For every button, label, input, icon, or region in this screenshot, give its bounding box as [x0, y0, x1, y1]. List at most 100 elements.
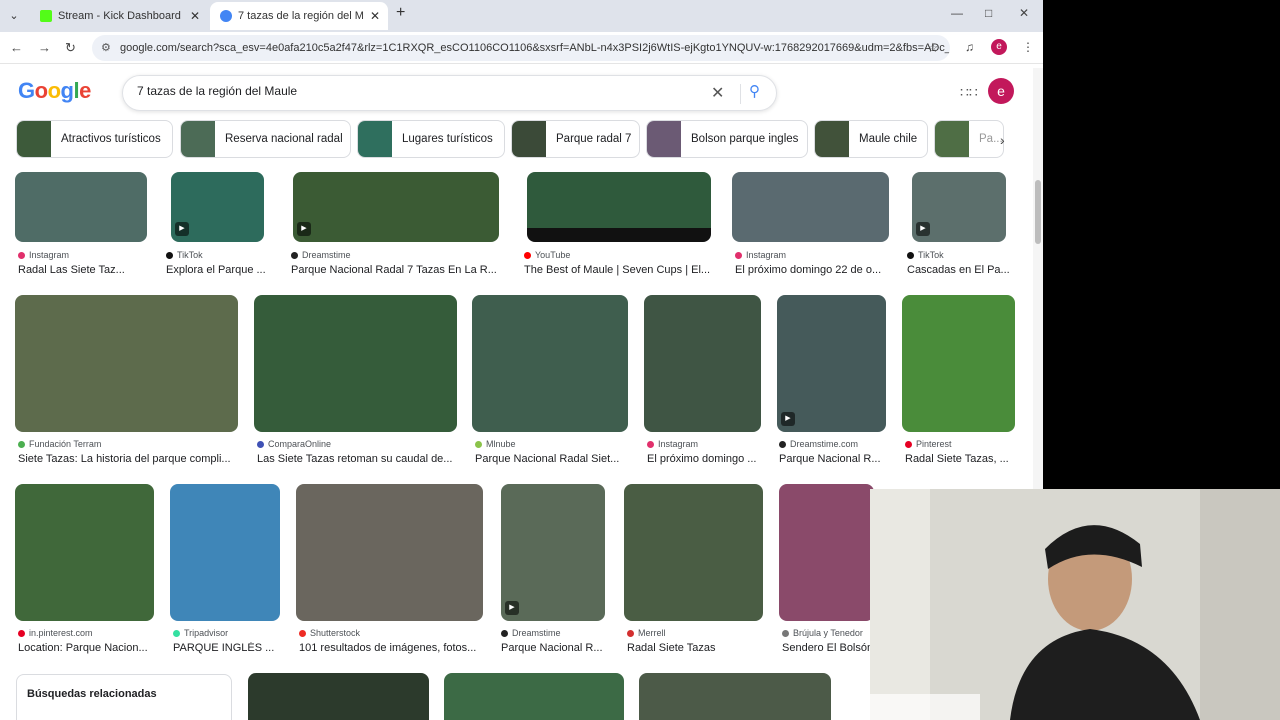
result-caption[interactable]: Parque Nacional Radal 7 Tazas En La R... [291, 264, 501, 276]
maximize-icon[interactable]: □ [985, 6, 992, 20]
site-settings-icon[interactable]: ⚙ [101, 35, 111, 61]
tab-strip: ⌄ Stream - Kick Dashboard ✕ 7 tazas de l… [0, 0, 1043, 32]
chip-parque-radal-7[interactable]: Parque radal 7 [511, 120, 640, 158]
source-favicon-icon [524, 252, 531, 260]
image-result-thumbnail[interactable] [15, 172, 147, 242]
webcam-person-image [870, 489, 1280, 720]
source-favicon-icon [782, 630, 789, 638]
result-source: Instagram [647, 439, 698, 449]
source-favicon-icon [173, 630, 180, 638]
result-caption[interactable]: Las Siete Tazas retoman su caudal de... [257, 453, 457, 465]
profile-avatar[interactable]: e [991, 39, 1007, 55]
search-divider [740, 84, 741, 104]
image-result-thumbnail[interactable] [624, 484, 763, 621]
image-result-thumbnail[interactable] [644, 295, 761, 432]
result-caption[interactable]: Sendero El Bolsón... [782, 642, 872, 654]
result-source: TikTok [907, 250, 944, 260]
image-result-thumbnail[interactable] [296, 484, 483, 621]
image-result-thumbnail[interactable]: ▶ [777, 295, 886, 432]
result-source: Dreamstime.com [779, 439, 858, 449]
image-result-thumbnail[interactable] [639, 673, 831, 720]
chip-atractivos-turisticos[interactable]: Atractivos turísticos [16, 120, 173, 158]
chip-thumbnail [935, 121, 969, 157]
result-source: Dreamstime [291, 250, 351, 260]
image-result-thumbnail[interactable] [779, 484, 874, 621]
source-favicon-icon [18, 441, 25, 449]
chevron-right-icon[interactable]: › [1000, 132, 1005, 148]
star-icon[interactable]: ☆ [927, 40, 939, 56]
result-caption[interactable]: El próximo domingo 22 de o... [735, 264, 885, 276]
result-source: Mlnube [475, 439, 516, 449]
media-controls-icon[interactable]: ♫ [965, 40, 974, 54]
google-favicon-icon [220, 10, 232, 23]
arrow-right-icon[interactable]: → [38, 40, 51, 55]
image-result-thumbnail[interactable]: ▶ [293, 172, 499, 242]
kick-favicon-icon [40, 10, 52, 23]
tab-kick-dashboard[interactable]: Stream - Kick Dashboard ✕ [30, 2, 208, 30]
google-apps-icon[interactable]: ∷∷ [960, 84, 978, 101]
result-source: Brújula y Tenedor [782, 628, 863, 638]
arrow-left-icon[interactable]: ← [10, 40, 23, 55]
clear-icon[interactable]: ✕ [711, 83, 724, 103]
result-caption[interactable]: Parque Nacional R... [501, 642, 607, 654]
image-result-thumbnail[interactable]: ▶ [912, 172, 1006, 242]
close-tab-icon[interactable]: ✕ [370, 2, 380, 30]
result-caption[interactable]: Radal Las Siete Taz... [18, 264, 146, 276]
image-result-thumbnail[interactable] [170, 484, 280, 621]
image-result-thumbnail[interactable]: ▶ [501, 484, 605, 621]
result-caption[interactable]: Location: Parque Nacion... [18, 642, 154, 654]
image-result-thumbnail[interactable] [248, 673, 429, 720]
image-result-thumbnail[interactable]: ▶ [171, 172, 264, 242]
image-result-thumbnail[interactable] [15, 295, 238, 432]
result-source: YouTube [524, 250, 570, 260]
account-avatar[interactable]: e [988, 78, 1014, 104]
search-input[interactable] [137, 84, 697, 98]
chevron-down-icon[interactable]: ⌄ [4, 6, 24, 26]
result-caption[interactable]: Siete Tazas: La historia del parque comp… [18, 453, 240, 465]
chip-reserva-nacional-radal[interactable]: Reserva nacional radal [180, 120, 351, 158]
image-result-thumbnail[interactable] [444, 673, 624, 720]
tab-google-search[interactable]: 7 tazas de la región del Maule ✕ [210, 2, 388, 30]
source-favicon-icon [647, 441, 654, 449]
result-caption[interactable]: Parque Nacional Radal Siet... [475, 453, 631, 465]
result-caption[interactable]: Radal Siete Tazas, ... [905, 453, 1015, 465]
source-favicon-icon [627, 630, 634, 638]
plus-icon[interactable]: + [396, 4, 405, 22]
image-result-thumbnail[interactable] [732, 172, 889, 242]
result-caption[interactable]: El próximo domingo ... [647, 453, 762, 465]
image-result-thumbnail[interactable] [15, 484, 154, 621]
chip-maule-chile[interactable]: Maule chile [814, 120, 928, 158]
search-box[interactable]: ✕ ⚲ [122, 75, 777, 111]
chip-bolson-parque-ingles[interactable]: Bolson parque ingles [646, 120, 808, 158]
result-source: Tripadvisor [173, 628, 228, 638]
more-menu-icon[interactable]: ⋮ [1022, 40, 1034, 54]
result-caption[interactable]: Parque Nacional R... [779, 453, 887, 465]
google-logo[interactable]: Google [18, 78, 91, 104]
reload-icon[interactable]: ↻ [65, 40, 76, 56]
image-result-thumbnail[interactable] [527, 172, 711, 242]
chip-lugares-turisticos[interactable]: Lugares turísticos [357, 120, 505, 158]
result-caption[interactable]: 101 resultados de imágenes, fotos... [299, 642, 483, 654]
result-caption[interactable]: Radal Siete Tazas [627, 642, 763, 654]
video-play-icon: ▶ [297, 222, 311, 236]
close-window-icon[interactable]: ✕ [1019, 6, 1029, 20]
scrollbar-thumb[interactable] [1035, 180, 1041, 244]
chip-label: Parque radal 7 [556, 133, 632, 145]
address-bar[interactable]: ⚙ google.com/search?sca_esv=4e0afa210c5a… [92, 35, 950, 61]
chip-thumbnail [181, 121, 215, 157]
close-tab-icon[interactable]: ✕ [190, 2, 200, 30]
chip-label: Atractivos turísticos [61, 133, 161, 145]
image-result-thumbnail[interactable] [254, 295, 457, 432]
video-play-icon: ▶ [781, 412, 795, 426]
image-result-thumbnail[interactable] [902, 295, 1015, 432]
result-caption[interactable]: PARQUE INGLÉS ... [173, 642, 281, 654]
result-caption[interactable]: Explora el Parque ... [166, 264, 268, 276]
search-icon[interactable]: ⚲ [749, 82, 760, 100]
chip-partial[interactable]: Pa... [934, 120, 1004, 158]
image-result-thumbnail[interactable] [472, 295, 628, 432]
result-caption[interactable]: Cascadas en El Pa... [907, 264, 1015, 276]
result-caption[interactable]: The Best of Maule | Seven Cups | El... [524, 264, 714, 276]
result-source: Instagram [18, 250, 69, 260]
minimize-icon[interactable]: — [951, 6, 963, 20]
related-searches-panel[interactable]: Búsquedas relacionadas [16, 674, 232, 720]
